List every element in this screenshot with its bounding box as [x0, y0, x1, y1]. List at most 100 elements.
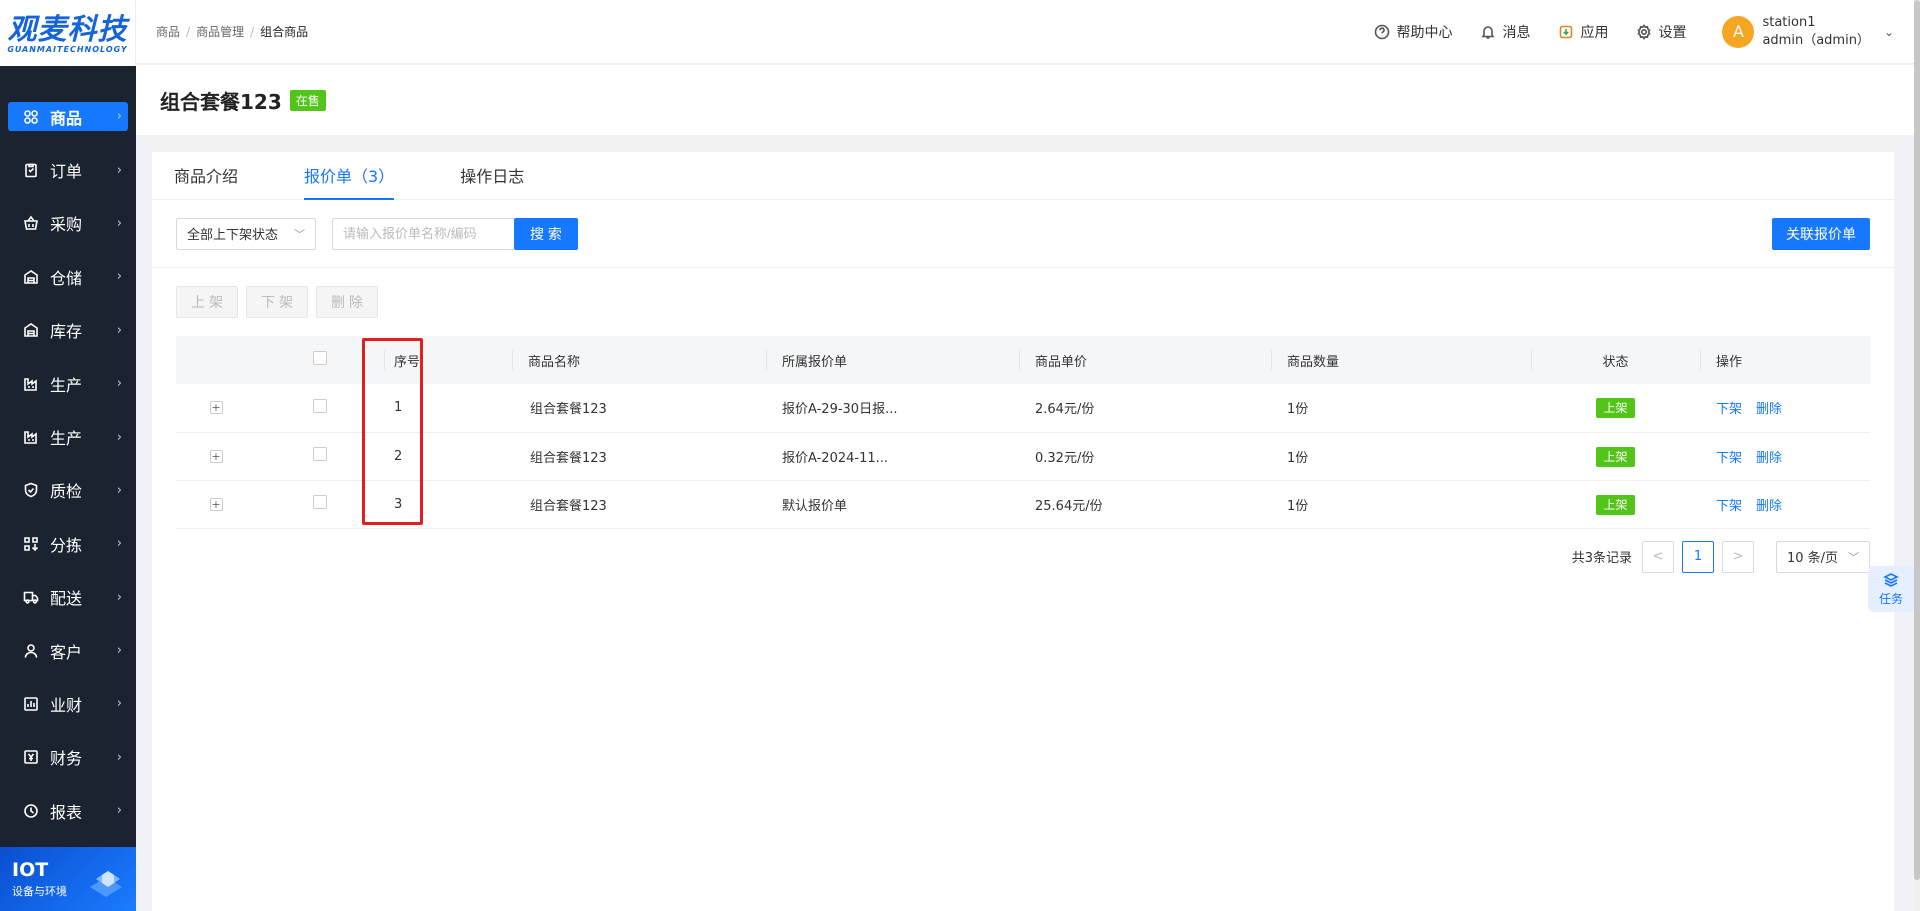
- messages-button[interactable]: 消息: [1480, 22, 1530, 42]
- chevron-right-icon: ›: [116, 269, 122, 285]
- off-shelf-link[interactable]: 下架: [1716, 451, 1742, 466]
- cell-qty: 1份: [1287, 450, 1309, 466]
- batch-actions: 上架 下架 删除: [152, 268, 1894, 336]
- sidebar-item-label: 分拣: [50, 535, 83, 555]
- cell-price: 25.64元/份: [1035, 498, 1103, 514]
- select-all-checkbox[interactable]: [313, 351, 327, 365]
- sidebar-item-production-2[interactable]: 生产 ›: [0, 410, 136, 463]
- filter-bar: 全部上下架状态 ﹀ 搜 索 关联报价单: [152, 200, 1894, 268]
- sidebar-item-business-finance[interactable]: 业财 ›: [0, 677, 136, 730]
- warehouse-icon: [22, 268, 40, 286]
- expand-row-icon[interactable]: +: [209, 497, 223, 511]
- table-header-row: 序号 商品名称 所属报价单 商品单价 商品数量 状态 操作: [176, 336, 1870, 384]
- sidebar-item-delivery[interactable]: 配送 ›: [0, 571, 136, 624]
- sidebar-item-label: 配送: [50, 589, 83, 609]
- chevron-right-icon: ›: [116, 376, 122, 392]
- sidebar-item-label: 订单: [50, 162, 83, 182]
- row-checkbox[interactable]: [313, 495, 327, 509]
- sidebar-item-finance[interactable]: 财务 ›: [0, 731, 136, 784]
- off-shelf-link[interactable]: 下架: [1716, 402, 1742, 417]
- search-button[interactable]: 搜 索: [514, 217, 578, 250]
- factory-icon: [22, 375, 40, 393]
- breadcrumb-item[interactable]: 商品: [156, 23, 180, 40]
- link-quotation-button[interactable]: 关联报价单: [1772, 217, 1870, 250]
- logo-text: 观麦科技: [7, 11, 128, 46]
- sidebar-item-goods[interactable]: 商品 ›: [0, 90, 136, 143]
- chevron-down-icon: ⌄: [1883, 24, 1894, 39]
- row-checkbox[interactable]: [313, 398, 327, 413]
- tab-quotations[interactable]: 报价单（3）: [304, 163, 395, 200]
- page-size-select[interactable]: 10 条/页 ﹀: [1776, 540, 1870, 573]
- expand-header: [176, 336, 256, 384]
- status-badge: 上架: [1596, 398, 1635, 419]
- delete-link[interactable]: 删除: [1756, 451, 1782, 466]
- logo-subtext: GUANMAITECHNOLOGY: [7, 44, 128, 54]
- settings-button[interactable]: 设置: [1636, 22, 1686, 42]
- sidebar-item-label: 报表: [50, 802, 83, 822]
- sidebar-item-quality[interactable]: 质检 ›: [0, 464, 136, 517]
- breadcrumb-item[interactable]: 商品管理: [196, 23, 244, 40]
- user-name: admin（admin）: [1762, 32, 1870, 48]
- chevron-down-icon: ﹀: [1848, 550, 1859, 564]
- avatar: A: [1722, 15, 1755, 48]
- top-bar: 商品 / 商品管理 / 组合商品 帮助中心 消息 应用 设置 A station…: [136, 0, 1920, 64]
- sidebar-item-customers[interactable]: 客户 ›: [0, 624, 136, 677]
- status-badge: 上架: [1596, 446, 1635, 467]
- chevron-right-icon: ›: [116, 589, 122, 605]
- chevron-right-icon: ›: [116, 109, 122, 125]
- scrollbar[interactable]: [1914, 0, 1920, 911]
- cell-quote: 报价A-2024-11...: [782, 450, 889, 466]
- chevron-right-icon: ›: [116, 749, 122, 765]
- cell-name: 组合套餐123: [530, 402, 607, 418]
- prev-page-button[interactable]: <: [1642, 540, 1674, 573]
- apps-button[interactable]: 应用: [1558, 22, 1608, 42]
- batch-delete-button[interactable]: 删除: [316, 286, 378, 318]
- delete-link[interactable]: 删除: [1756, 402, 1782, 417]
- sidebar-item-label: 仓储: [50, 268, 83, 288]
- help-center-button[interactable]: 帮助中心: [1374, 22, 1452, 42]
- scrollbar-thumb[interactable]: [1914, 0, 1920, 880]
- warehouse-icon: [22, 321, 40, 339]
- chevron-right-icon: ›: [116, 322, 122, 338]
- shelf-status-select[interactable]: 全部上下架状态 ﹀: [176, 217, 316, 250]
- tabs: 商品介绍 报价单（3） 操作日志: [152, 152, 1894, 200]
- cell-quote: 报价A-29-30日报...: [782, 402, 898, 418]
- total-records: 共3条记录: [1571, 551, 1632, 566]
- sidebar-item-production-1[interactable]: 生产 ›: [0, 357, 136, 410]
- off-shelf-link[interactable]: 下架: [1716, 499, 1742, 514]
- sidebar-item-orders[interactable]: 订单 ›: [0, 143, 136, 196]
- sidebar-item-sorting[interactable]: 分拣 ›: [0, 517, 136, 570]
- tab-product-intro[interactable]: 商品介绍: [174, 163, 238, 199]
- cell-index: 3: [394, 496, 403, 512]
- page-number-button[interactable]: 1: [1682, 540, 1714, 573]
- batch-on-shelf-button[interactable]: 上架: [176, 286, 238, 318]
- iot-banner[interactable]: IOT 设备与环境: [0, 847, 136, 911]
- clock-icon: [22, 802, 40, 820]
- sidebar-item-reports[interactable]: 报表 ›: [0, 784, 136, 837]
- chevron-right-icon: ›: [116, 696, 122, 712]
- row-checkbox[interactable]: [313, 447, 327, 461]
- tab-operation-log[interactable]: 操作日志: [460, 163, 524, 199]
- name-header: 商品名称: [512, 336, 766, 384]
- expand-row-icon[interactable]: +: [209, 401, 223, 415]
- breadcrumb-separator: /: [250, 24, 255, 39]
- status-badge: 上架: [1596, 494, 1635, 515]
- search-input[interactable]: [332, 217, 514, 250]
- delete-link[interactable]: 删除: [1756, 499, 1782, 514]
- batch-off-shelf-button[interactable]: 下架: [246, 286, 308, 318]
- logo[interactable]: 观麦科技 GUANMAITECHNOLOGY: [0, 0, 136, 66]
- next-page-button[interactable]: >: [1722, 540, 1754, 573]
- table-row: + 3 组合套餐123 默认报价单 25.64元/份 1份 上架 下架 删除: [176, 480, 1870, 528]
- page-title: 组合套餐123: [160, 89, 282, 114]
- sidebar-item-storage[interactable]: 仓储 ›: [0, 250, 136, 303]
- breadcrumb-separator: /: [186, 24, 191, 39]
- cell-qty: 1份: [1287, 498, 1309, 514]
- expand-row-icon[interactable]: +: [209, 449, 223, 463]
- sidebar-item-label: 业财: [50, 695, 83, 715]
- task-float-button[interactable]: 任务: [1868, 566, 1914, 612]
- breadcrumb: 商品 / 商品管理 / 组合商品: [136, 23, 308, 40]
- user-menu[interactable]: A station1 admin（admin） ⌄: [1722, 14, 1894, 50]
- sidebar-item-purchase[interactable]: 采购 ›: [0, 197, 136, 250]
- sidebar-item-inventory[interactable]: 库存 ›: [0, 304, 136, 357]
- chevron-right-icon: ›: [116, 536, 122, 552]
